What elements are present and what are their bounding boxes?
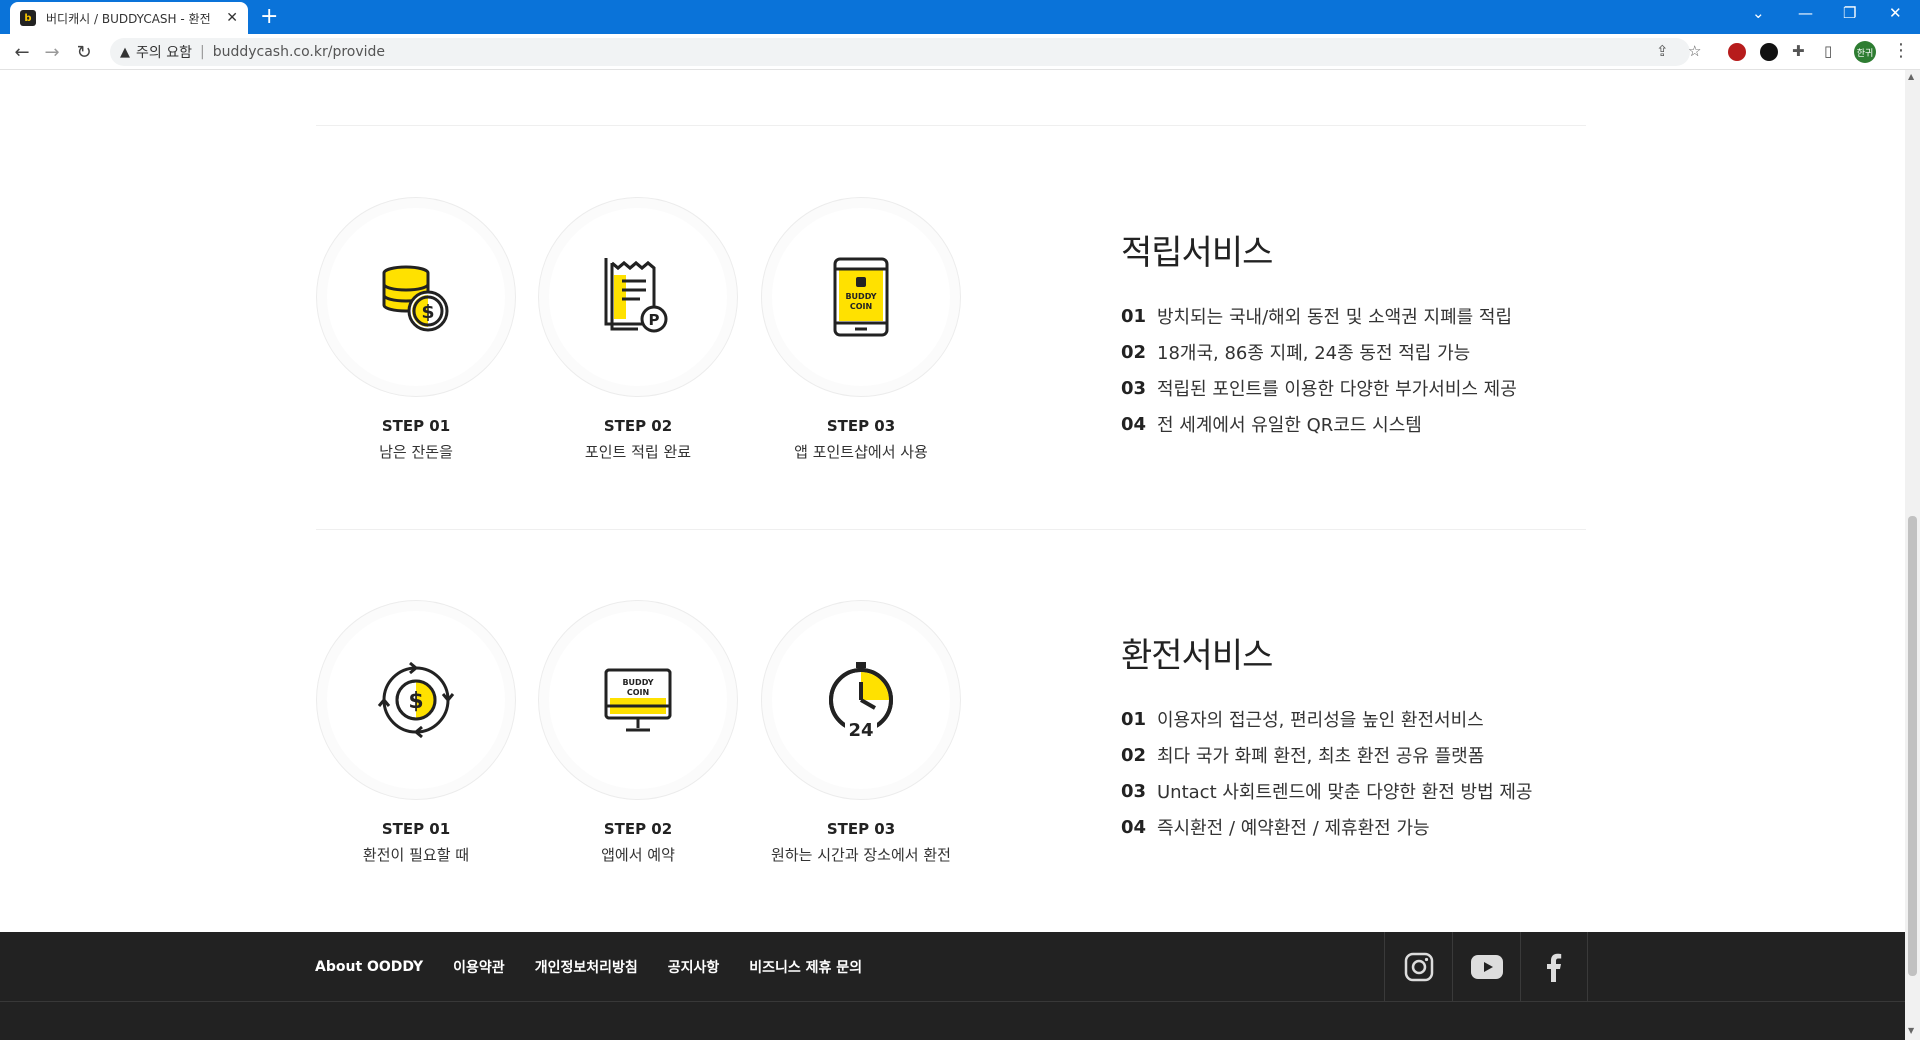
list-item: 01 방치되는 국내/해외 동전 및 소액권 지폐를 적립 (1121, 305, 1513, 329)
svg-text:COIN: COIN (850, 302, 872, 311)
footer-link-notice[interactable]: 공지사항 (668, 957, 720, 977)
site-footer: About OODDY 이용약관 개인정보처리방침 공지사항 비즈니스 제휴 문… (0, 932, 1905, 1040)
step-description: 원하는 시간과 장소에서 환전 (771, 846, 951, 864)
extension-icon[interactable] (1728, 43, 1746, 61)
svg-text:$: $ (408, 689, 423, 714)
browser-tab-bar: b 버디캐시 / BUDDYCASH - 환전 ✕ + ⌄ — ❐ ✕ (0, 0, 1920, 34)
svg-text:P: P (649, 311, 660, 329)
step-title: STEP 01 (381, 417, 451, 435)
reload-icon[interactable]: ↻ (72, 40, 96, 64)
divider (316, 529, 1586, 530)
savings-step-3: BUDDY COIN STEP 03 앱 포인트샵에서 사용 (761, 197, 961, 462)
side-panel-icon[interactable]: ▯ (1824, 42, 1832, 60)
facebook-icon[interactable] (1520, 932, 1588, 1001)
puzzle-icon[interactable]: ✚ (1792, 42, 1805, 60)
step-title: STEP 03 (826, 820, 896, 838)
step-description: 환전이 필요할 때 (362, 846, 470, 864)
service-title: 적립서비스 (1121, 233, 1273, 273)
step-circle: BUDDY COIN (538, 600, 738, 800)
site-favicon-icon: b (20, 10, 36, 26)
step-title: STEP 01 (381, 820, 451, 838)
restore-icon[interactable]: ❐ (1843, 4, 1856, 22)
youtube-icon[interactable] (1452, 932, 1520, 1001)
security-label[interactable]: 주의 요함 (136, 42, 192, 62)
service-feature-list: 01 방치되는 국내/해외 동전 및 소액권 지폐를 적립 02 18개국, 86종… (1121, 298, 1517, 442)
svg-text:24: 24 (848, 720, 873, 740)
savings-service-section: $ STEP 01 남은 잔돈을 P STEP 02 포인트 적립 완료 BUD… (316, 197, 1586, 477)
bookmark-star-icon[interactable]: ☆ (1688, 42, 1701, 60)
svg-text:BUDDY: BUDDY (622, 678, 653, 687)
list-item: 02 18개국, 86종 지폐, 24종 동전 적립 가능 (1121, 341, 1471, 365)
new-tab-button[interactable]: + (260, 4, 278, 29)
list-item: 04 전 세계에서 유일한 QR코드 시스템 (1121, 413, 1422, 437)
back-icon[interactable]: ← (10, 40, 34, 64)
footer-link-privacy[interactable]: 개인정보처리방침 (535, 957, 638, 977)
exchange-step-2: BUDDY COIN STEP 02 앱에서 예약 (538, 600, 738, 865)
savings-step-1: $ STEP 01 남은 잔돈을 (316, 197, 516, 462)
forward-icon[interactable]: → (40, 40, 64, 64)
exchange-service-section: $ STEP 01 환전이 필요할 때 BUDDY COIN STEP 02 앱… (316, 600, 1586, 880)
step-title: STEP 02 (603, 417, 673, 435)
step-description: 앱에서 예약 (601, 846, 675, 864)
menu-icon[interactable]: ⋮ (1892, 40, 1910, 61)
scroll-up-icon[interactable]: ▲ (1908, 72, 1914, 81)
list-item: 01 이용자의 접근성, 편리성을 높인 환전서비스 (1121, 708, 1484, 732)
exchange-step-1: $ STEP 01 환전이 필요할 때 (316, 600, 516, 865)
step-title: STEP 02 (603, 820, 673, 838)
service-feature-list: 01 이용자의 접근성, 편리성을 높인 환전서비스 02 최다 국가 화폐 환전,… (1121, 701, 1532, 845)
exchange-step-3: 24 STEP 03 원하는 시간과 장소에서 환전 (761, 600, 961, 865)
address-separator: | (199, 44, 205, 60)
step-title: STEP 03 (826, 417, 896, 435)
footer-link-about[interactable]: About OODDY (315, 959, 423, 975)
close-window-icon[interactable]: ✕ (1889, 4, 1902, 22)
list-item: 03 적립된 포인트를 이용한 다양한 부가서비스 제공 (1121, 377, 1517, 401)
page-content: $ STEP 01 남은 잔돈을 P STEP 02 포인트 적립 완료 BUD… (0, 70, 1905, 1040)
scroll-down-icon[interactable]: ▼ (1908, 1026, 1914, 1035)
service-title: 환전서비스 (1121, 636, 1273, 676)
footer-nav: About OODDY 이용약관 개인정보처리방침 공지사항 비즈니스 제휴 문… (315, 932, 892, 1001)
tab-close-icon[interactable]: ✕ (226, 10, 238, 26)
svg-text:BUDDY: BUDDY (845, 292, 876, 301)
step-circle: P (538, 197, 738, 397)
browser-tab[interactable]: b 버디캐시 / BUDDYCASH - 환전 ✕ (10, 2, 248, 34)
svg-text:COIN: COIN (627, 688, 649, 697)
scrollbar-thumb[interactable] (1908, 516, 1917, 976)
step-circle: $ (316, 600, 516, 800)
instagram-icon[interactable] (1384, 932, 1452, 1001)
exchange-cycle-icon: $ (377, 661, 455, 739)
step-description: 앱 포인트샵에서 사용 (794, 443, 928, 461)
clock-24-icon: 24 (829, 662, 893, 740)
browser-toolbar: ← → ↻ ▲ 주의 요함 | buddycash.co.kr/provide … (0, 34, 1920, 70)
receipt-point-icon: P (604, 258, 668, 333)
step-description: 남은 잔돈을 (379, 443, 453, 461)
coins-icon: $ (382, 265, 449, 332)
step-circle: $ (316, 197, 516, 397)
list-item: 03 Untact 사회트렌드에 맞춘 다양한 환전 방법 제공 (1121, 780, 1533, 804)
footer-link-terms[interactable]: 이용약관 (453, 957, 505, 977)
footer-link-business[interactable]: 비즈니스 제휴 문의 (749, 957, 862, 977)
phone-app-icon: BUDDY COIN (833, 257, 889, 337)
footer-divider (0, 1001, 1905, 1002)
address-bar[interactable]: ▲ 주의 요함 | buddycash.co.kr/provide (110, 38, 1690, 66)
savings-step-2: P STEP 02 포인트 적립 완료 (538, 197, 738, 462)
service-description: 환전서비스 01 이용자의 접근성, 편리성을 높인 환전서비스 02 최다 국가 … (1121, 628, 1532, 845)
svg-text:$: $ (421, 301, 434, 323)
minimize-icon[interactable]: — (1798, 4, 1813, 22)
step-circle: 24 (761, 600, 961, 800)
profile-avatar[interactable]: 한귀 (1854, 41, 1876, 63)
share-icon[interactable]: ⇪ (1656, 42, 1669, 60)
tab-title: 버디캐시 / BUDDYCASH - 환전 (46, 11, 211, 26)
step-circle: BUDDY COIN (761, 197, 961, 397)
extension-icon[interactable] (1760, 43, 1778, 61)
list-item: 02 최다 국가 화폐 환전, 최초 환전 공유 플랫폼 (1121, 744, 1485, 768)
step-description: 포인트 적립 완료 (584, 443, 692, 461)
list-item: 04 즉시환전 / 예약환전 / 제휴환전 가능 (1121, 816, 1430, 840)
warning-icon[interactable]: ▲ (120, 45, 130, 60)
page-scrollbar[interactable]: ▲ ▼ (1905, 70, 1920, 1040)
service-description: 적립서비스 01 방치되는 국내/해외 동전 및 소액권 지폐를 적립 02 18개… (1121, 225, 1517, 442)
divider (316, 125, 1586, 126)
url-text[interactable]: buddycash.co.kr/provide (213, 44, 385, 60)
tab-search-icon[interactable]: ⌄ (1752, 4, 1765, 22)
monitor-app-icon: BUDDY COIN (604, 668, 672, 732)
